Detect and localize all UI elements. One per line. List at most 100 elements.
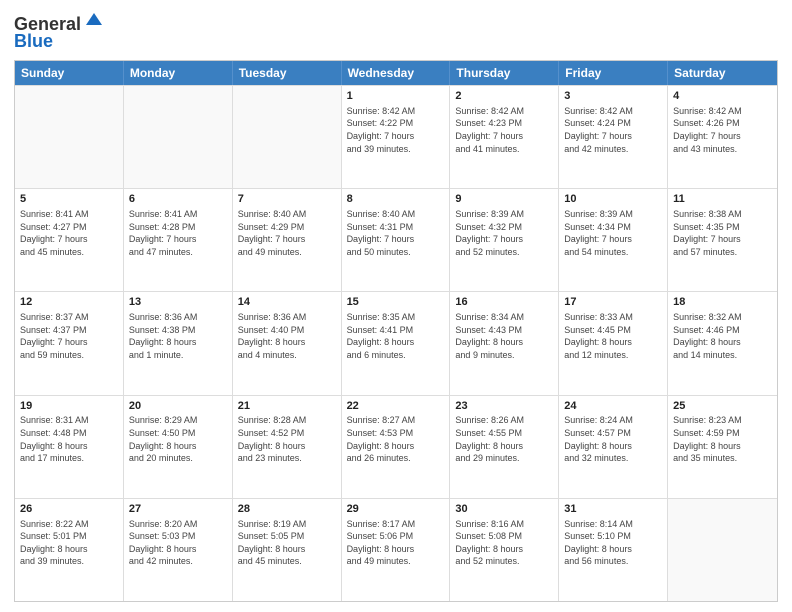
calendar-cell: 23Sunrise: 8:26 AM Sunset: 4:55 PM Dayli… — [450, 396, 559, 498]
day-number: 18 — [673, 295, 772, 310]
day-number: 6 — [129, 192, 227, 207]
calendar-cell: 6Sunrise: 8:41 AM Sunset: 4:28 PM Daylig… — [124, 189, 233, 291]
calendar-cell: 21Sunrise: 8:28 AM Sunset: 4:52 PM Dayli… — [233, 396, 342, 498]
day-info: Sunrise: 8:17 AM Sunset: 5:06 PM Dayligh… — [347, 518, 445, 568]
day-info: Sunrise: 8:42 AM Sunset: 4:26 PM Dayligh… — [673, 105, 772, 155]
day-info: Sunrise: 8:40 AM Sunset: 4:29 PM Dayligh… — [238, 208, 336, 258]
calendar-cell: 10Sunrise: 8:39 AM Sunset: 4:34 PM Dayli… — [559, 189, 668, 291]
day-number: 2 — [455, 89, 553, 104]
calendar-week-1: 1Sunrise: 8:42 AM Sunset: 4:22 PM Daylig… — [15, 85, 777, 188]
page: General Blue SundayMondayTuesdayWednesda… — [0, 0, 792, 612]
day-info: Sunrise: 8:20 AM Sunset: 5:03 PM Dayligh… — [129, 518, 227, 568]
day-info: Sunrise: 8:22 AM Sunset: 5:01 PM Dayligh… — [20, 518, 118, 568]
day-info: Sunrise: 8:37 AM Sunset: 4:37 PM Dayligh… — [20, 311, 118, 361]
calendar-cell: 1Sunrise: 8:42 AM Sunset: 4:22 PM Daylig… — [342, 86, 451, 188]
day-info: Sunrise: 8:14 AM Sunset: 5:10 PM Dayligh… — [564, 518, 662, 568]
calendar-cell: 7Sunrise: 8:40 AM Sunset: 4:29 PM Daylig… — [233, 189, 342, 291]
day-info: Sunrise: 8:28 AM Sunset: 4:52 PM Dayligh… — [238, 414, 336, 464]
day-number: 21 — [238, 399, 336, 414]
day-number: 12 — [20, 295, 118, 310]
calendar-cell: 4Sunrise: 8:42 AM Sunset: 4:26 PM Daylig… — [668, 86, 777, 188]
calendar-cell — [15, 86, 124, 188]
day-number: 1 — [347, 89, 445, 104]
calendar-body: 1Sunrise: 8:42 AM Sunset: 4:22 PM Daylig… — [15, 85, 777, 601]
calendar-week-4: 19Sunrise: 8:31 AM Sunset: 4:48 PM Dayli… — [15, 395, 777, 498]
day-info: Sunrise: 8:29 AM Sunset: 4:50 PM Dayligh… — [129, 414, 227, 464]
day-number: 7 — [238, 192, 336, 207]
day-info: Sunrise: 8:36 AM Sunset: 4:40 PM Dayligh… — [238, 311, 336, 361]
day-number: 31 — [564, 502, 662, 517]
calendar-cell: 14Sunrise: 8:36 AM Sunset: 4:40 PM Dayli… — [233, 292, 342, 394]
day-number: 30 — [455, 502, 553, 517]
day-number: 5 — [20, 192, 118, 207]
calendar-cell: 11Sunrise: 8:38 AM Sunset: 4:35 PM Dayli… — [668, 189, 777, 291]
calendar-cell: 27Sunrise: 8:20 AM Sunset: 5:03 PM Dayli… — [124, 499, 233, 601]
day-info: Sunrise: 8:27 AM Sunset: 4:53 PM Dayligh… — [347, 414, 445, 464]
weekday-header-monday: Monday — [124, 61, 233, 85]
calendar-cell: 18Sunrise: 8:32 AM Sunset: 4:46 PM Dayli… — [668, 292, 777, 394]
day-number: 19 — [20, 399, 118, 414]
day-info: Sunrise: 8:38 AM Sunset: 4:35 PM Dayligh… — [673, 208, 772, 258]
day-number: 13 — [129, 295, 227, 310]
calendar-header: SundayMondayTuesdayWednesdayThursdayFrid… — [15, 61, 777, 85]
calendar-week-3: 12Sunrise: 8:37 AM Sunset: 4:37 PM Dayli… — [15, 291, 777, 394]
calendar-cell: 2Sunrise: 8:42 AM Sunset: 4:23 PM Daylig… — [450, 86, 559, 188]
day-number: 20 — [129, 399, 227, 414]
day-number: 22 — [347, 399, 445, 414]
weekday-header-tuesday: Tuesday — [233, 61, 342, 85]
calendar-cell: 8Sunrise: 8:40 AM Sunset: 4:31 PM Daylig… — [342, 189, 451, 291]
day-info: Sunrise: 8:34 AM Sunset: 4:43 PM Dayligh… — [455, 311, 553, 361]
calendar-cell: 24Sunrise: 8:24 AM Sunset: 4:57 PM Dayli… — [559, 396, 668, 498]
day-number: 23 — [455, 399, 553, 414]
calendar-week-5: 26Sunrise: 8:22 AM Sunset: 5:01 PM Dayli… — [15, 498, 777, 601]
day-number: 25 — [673, 399, 772, 414]
calendar-cell: 29Sunrise: 8:17 AM Sunset: 5:06 PM Dayli… — [342, 499, 451, 601]
calendar-cell: 30Sunrise: 8:16 AM Sunset: 5:08 PM Dayli… — [450, 499, 559, 601]
day-info: Sunrise: 8:41 AM Sunset: 4:28 PM Dayligh… — [129, 208, 227, 258]
day-info: Sunrise: 8:41 AM Sunset: 4:27 PM Dayligh… — [20, 208, 118, 258]
calendar-cell: 22Sunrise: 8:27 AM Sunset: 4:53 PM Dayli… — [342, 396, 451, 498]
calendar-cell: 16Sunrise: 8:34 AM Sunset: 4:43 PM Dayli… — [450, 292, 559, 394]
calendar-cell: 15Sunrise: 8:35 AM Sunset: 4:41 PM Dayli… — [342, 292, 451, 394]
header: General Blue — [14, 10, 778, 52]
day-number: 10 — [564, 192, 662, 207]
day-info: Sunrise: 8:35 AM Sunset: 4:41 PM Dayligh… — [347, 311, 445, 361]
calendar-week-2: 5Sunrise: 8:41 AM Sunset: 4:27 PM Daylig… — [15, 188, 777, 291]
day-info: Sunrise: 8:33 AM Sunset: 4:45 PM Dayligh… — [564, 311, 662, 361]
day-number: 3 — [564, 89, 662, 104]
day-number: 14 — [238, 295, 336, 310]
day-number: 17 — [564, 295, 662, 310]
calendar-cell: 31Sunrise: 8:14 AM Sunset: 5:10 PM Dayli… — [559, 499, 668, 601]
day-info: Sunrise: 8:26 AM Sunset: 4:55 PM Dayligh… — [455, 414, 553, 464]
day-number: 11 — [673, 192, 772, 207]
day-info: Sunrise: 8:39 AM Sunset: 4:34 PM Dayligh… — [564, 208, 662, 258]
day-number: 29 — [347, 502, 445, 517]
calendar-cell: 3Sunrise: 8:42 AM Sunset: 4:24 PM Daylig… — [559, 86, 668, 188]
calendar-cell: 13Sunrise: 8:36 AM Sunset: 4:38 PM Dayli… — [124, 292, 233, 394]
calendar-cell: 17Sunrise: 8:33 AM Sunset: 4:45 PM Dayli… — [559, 292, 668, 394]
day-number: 15 — [347, 295, 445, 310]
logo-icon — [84, 11, 104, 31]
day-number: 24 — [564, 399, 662, 414]
day-number: 27 — [129, 502, 227, 517]
calendar-cell: 9Sunrise: 8:39 AM Sunset: 4:32 PM Daylig… — [450, 189, 559, 291]
weekday-header-saturday: Saturday — [668, 61, 777, 85]
day-info: Sunrise: 8:36 AM Sunset: 4:38 PM Dayligh… — [129, 311, 227, 361]
day-number: 28 — [238, 502, 336, 517]
day-info: Sunrise: 8:24 AM Sunset: 4:57 PM Dayligh… — [564, 414, 662, 464]
calendar-cell: 26Sunrise: 8:22 AM Sunset: 5:01 PM Dayli… — [15, 499, 124, 601]
weekday-header-wednesday: Wednesday — [342, 61, 451, 85]
weekday-header-thursday: Thursday — [450, 61, 559, 85]
day-info: Sunrise: 8:31 AM Sunset: 4:48 PM Dayligh… — [20, 414, 118, 464]
day-info: Sunrise: 8:40 AM Sunset: 4:31 PM Dayligh… — [347, 208, 445, 258]
calendar-cell — [124, 86, 233, 188]
day-number: 9 — [455, 192, 553, 207]
weekday-header-friday: Friday — [559, 61, 668, 85]
day-number: 26 — [20, 502, 118, 517]
calendar-cell: 5Sunrise: 8:41 AM Sunset: 4:27 PM Daylig… — [15, 189, 124, 291]
logo: General Blue — [14, 14, 104, 52]
day-info: Sunrise: 8:23 AM Sunset: 4:59 PM Dayligh… — [673, 414, 772, 464]
calendar-cell: 19Sunrise: 8:31 AM Sunset: 4:48 PM Dayli… — [15, 396, 124, 498]
day-info: Sunrise: 8:42 AM Sunset: 4:22 PM Dayligh… — [347, 105, 445, 155]
day-number: 16 — [455, 295, 553, 310]
